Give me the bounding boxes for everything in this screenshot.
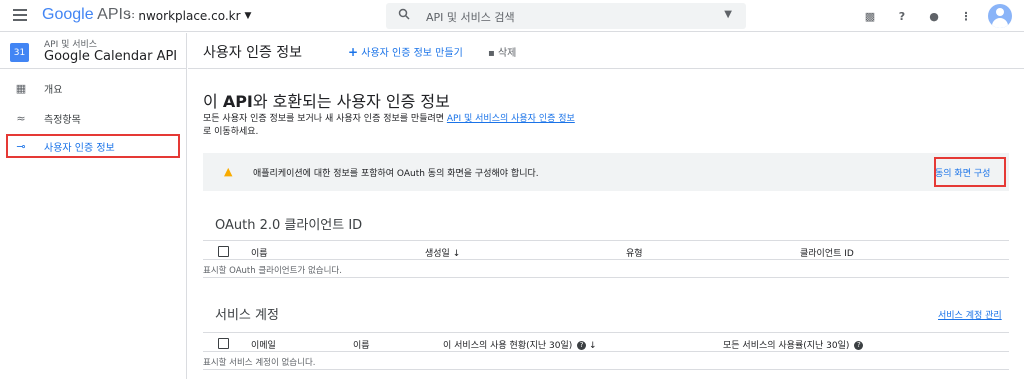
heading-bold: API (222, 92, 253, 111)
search-bar[interactable]: API 및 서비스 검색 ▼ (386, 3, 746, 29)
sidebar-item-metrics[interactable]: ≈ 측정항목 (0, 106, 187, 130)
logo-google: Google (42, 6, 94, 23)
avatar[interactable] (988, 4, 1012, 28)
heading-prefix: 이 (203, 92, 223, 111)
highlight-consent (934, 157, 1006, 187)
delete-label: 삭제 (497, 48, 517, 59)
highlight-credentials (6, 134, 180, 158)
heading-suffix: 와 호환되는 사용자 인증 정보 (252, 92, 450, 111)
description-text: 모든 사용자 인증 정보를 보거나 새 사용자 인증 정보를 만들려면 (203, 114, 447, 124)
project-icon: ∷ (128, 10, 135, 22)
column-name[interactable]: 이름 (251, 246, 268, 259)
sidebar-item-overview[interactable]: ▦ 개요 (0, 76, 187, 100)
arrow-down-icon: ↓ (589, 341, 597, 351)
gift-icon[interactable]: ▩ (860, 6, 880, 26)
trash-icon: ▪ (488, 48, 495, 59)
project-name: nworkplace.co.kr (138, 9, 241, 23)
google-apis-logo[interactable]: Google APIs (42, 6, 131, 24)
sidebar-item-label: 측정항목 (44, 114, 81, 126)
menu-icon[interactable] (13, 9, 27, 21)
api-name: Google Calendar API (44, 49, 178, 64)
description-after: 로 이동하세요. (203, 127, 259, 137)
search-input[interactable]: API 및 서비스 검색 (426, 9, 515, 25)
page-title: 사용자 인증 정보 (203, 45, 303, 61)
help-icon[interactable]: ? (892, 6, 912, 26)
delete-button[interactable]: ▪ 삭제 (488, 44, 516, 59)
arrow-down-icon: ↓ (452, 249, 461, 259)
search-icon (398, 8, 410, 20)
create-credentials-button[interactable]: + 사용자 인증 정보 만들기 (348, 44, 463, 59)
column-email[interactable]: 이메일 (251, 338, 276, 351)
project-selector[interactable]: ∷ nworkplace.co.kr ▼ (128, 9, 251, 23)
column-usage-service[interactable]: 이 서비스의 사용 현황(지난 30일) ? ↓ (443, 338, 597, 351)
help-icon[interactable]: ? (577, 341, 587, 350)
api-header: 31 API 및 서비스 Google Calendar API (0, 33, 186, 69)
help-icon[interactable]: ? (854, 341, 864, 350)
service-table-header: 이메일 이름 이 서비스의 사용 현황(지난 30일) ? ↓ 모든 서비스의 … (203, 332, 1009, 352)
metrics-icon: ≈ (16, 111, 26, 125)
oauth-title: OAuth 2.0 클라이언트 ID (215, 218, 363, 233)
top-bar: Google APIs ∷ nworkplace.co.kr ▼ API 및 서… (0, 0, 1024, 32)
select-all-checkbox[interactable] (218, 338, 229, 349)
section-heading: 이 API와 호환되는 사용자 인증 정보 (203, 88, 450, 112)
credentials-link[interactable]: API 및 서비스의 사용자 인증 정보 (447, 114, 575, 124)
column-created[interactable]: 생성일 ↓ (425, 246, 460, 259)
dashboard-icon: ▦ (15, 81, 27, 95)
sidebar-item-label: 개요 (44, 84, 63, 96)
warning-icon: ▲ (224, 165, 233, 178)
service-title: 서비스 계정 (215, 308, 279, 323)
chevron-down-icon: ▼ (244, 11, 252, 21)
service-empty-row: 표시할 서비스 계정이 없습니다. (203, 352, 1009, 370)
more-vert-icon[interactable]: ⋮ (956, 6, 976, 26)
oauth-empty-row: 표시할 OAuth 클라이언트가 없습니다. (203, 260, 1009, 278)
search-dropdown-icon[interactable]: ▼ (724, 9, 732, 20)
add-icon: + (348, 45, 359, 59)
select-all-checkbox[interactable] (218, 246, 229, 257)
description: 모든 사용자 인증 정보를 보거나 새 사용자 인증 정보를 만들려면 API … (203, 113, 583, 139)
top-icons: ▩ ? ● ⋮ (860, 4, 1012, 28)
calendar-icon: 31 (10, 43, 29, 62)
page-header: 사용자 인증 정보 + 사용자 인증 정보 만들기 ▪ 삭제 (188, 33, 1024, 69)
warning-banner: ▲ 애플리케이션에 대한 정보를 포함하여 OAuth 동의 화면을 구성해야 … (203, 153, 1009, 191)
column-usage-all[interactable]: 모든 서비스의 사용률(지난 30일) ? (723, 338, 864, 351)
column-created-label: 생성일 (425, 249, 450, 259)
column-type[interactable]: 유형 (626, 246, 643, 259)
create-credentials-label: 사용자 인증 정보 만들기 (361, 48, 463, 59)
manage-service-accounts-link[interactable]: 서비스 계정 관리 (938, 308, 1002, 321)
sidebar: 31 API 및 서비스 Google Calendar API ▦ 개요 ≈ … (0, 33, 187, 379)
banner-message: 애플리케이션에 대한 정보를 포함하여 OAuth 동의 화면을 구성해야 합니… (253, 169, 539, 179)
column-usage-label: 이 서비스의 사용 현황(지난 30일) (443, 341, 573, 351)
column-name[interactable]: 이름 (353, 338, 370, 351)
oauth-table-header: 이름 생성일 ↓ 유형 클라이언트 ID (203, 240, 1009, 260)
column-usage-all-label: 모든 서비스의 사용률(지난 30일) (723, 341, 850, 351)
notifications-icon[interactable]: ● (924, 6, 944, 26)
column-client-id[interactable]: 클라이언트 ID (800, 246, 854, 259)
logo-apis: APIs (97, 6, 131, 23)
